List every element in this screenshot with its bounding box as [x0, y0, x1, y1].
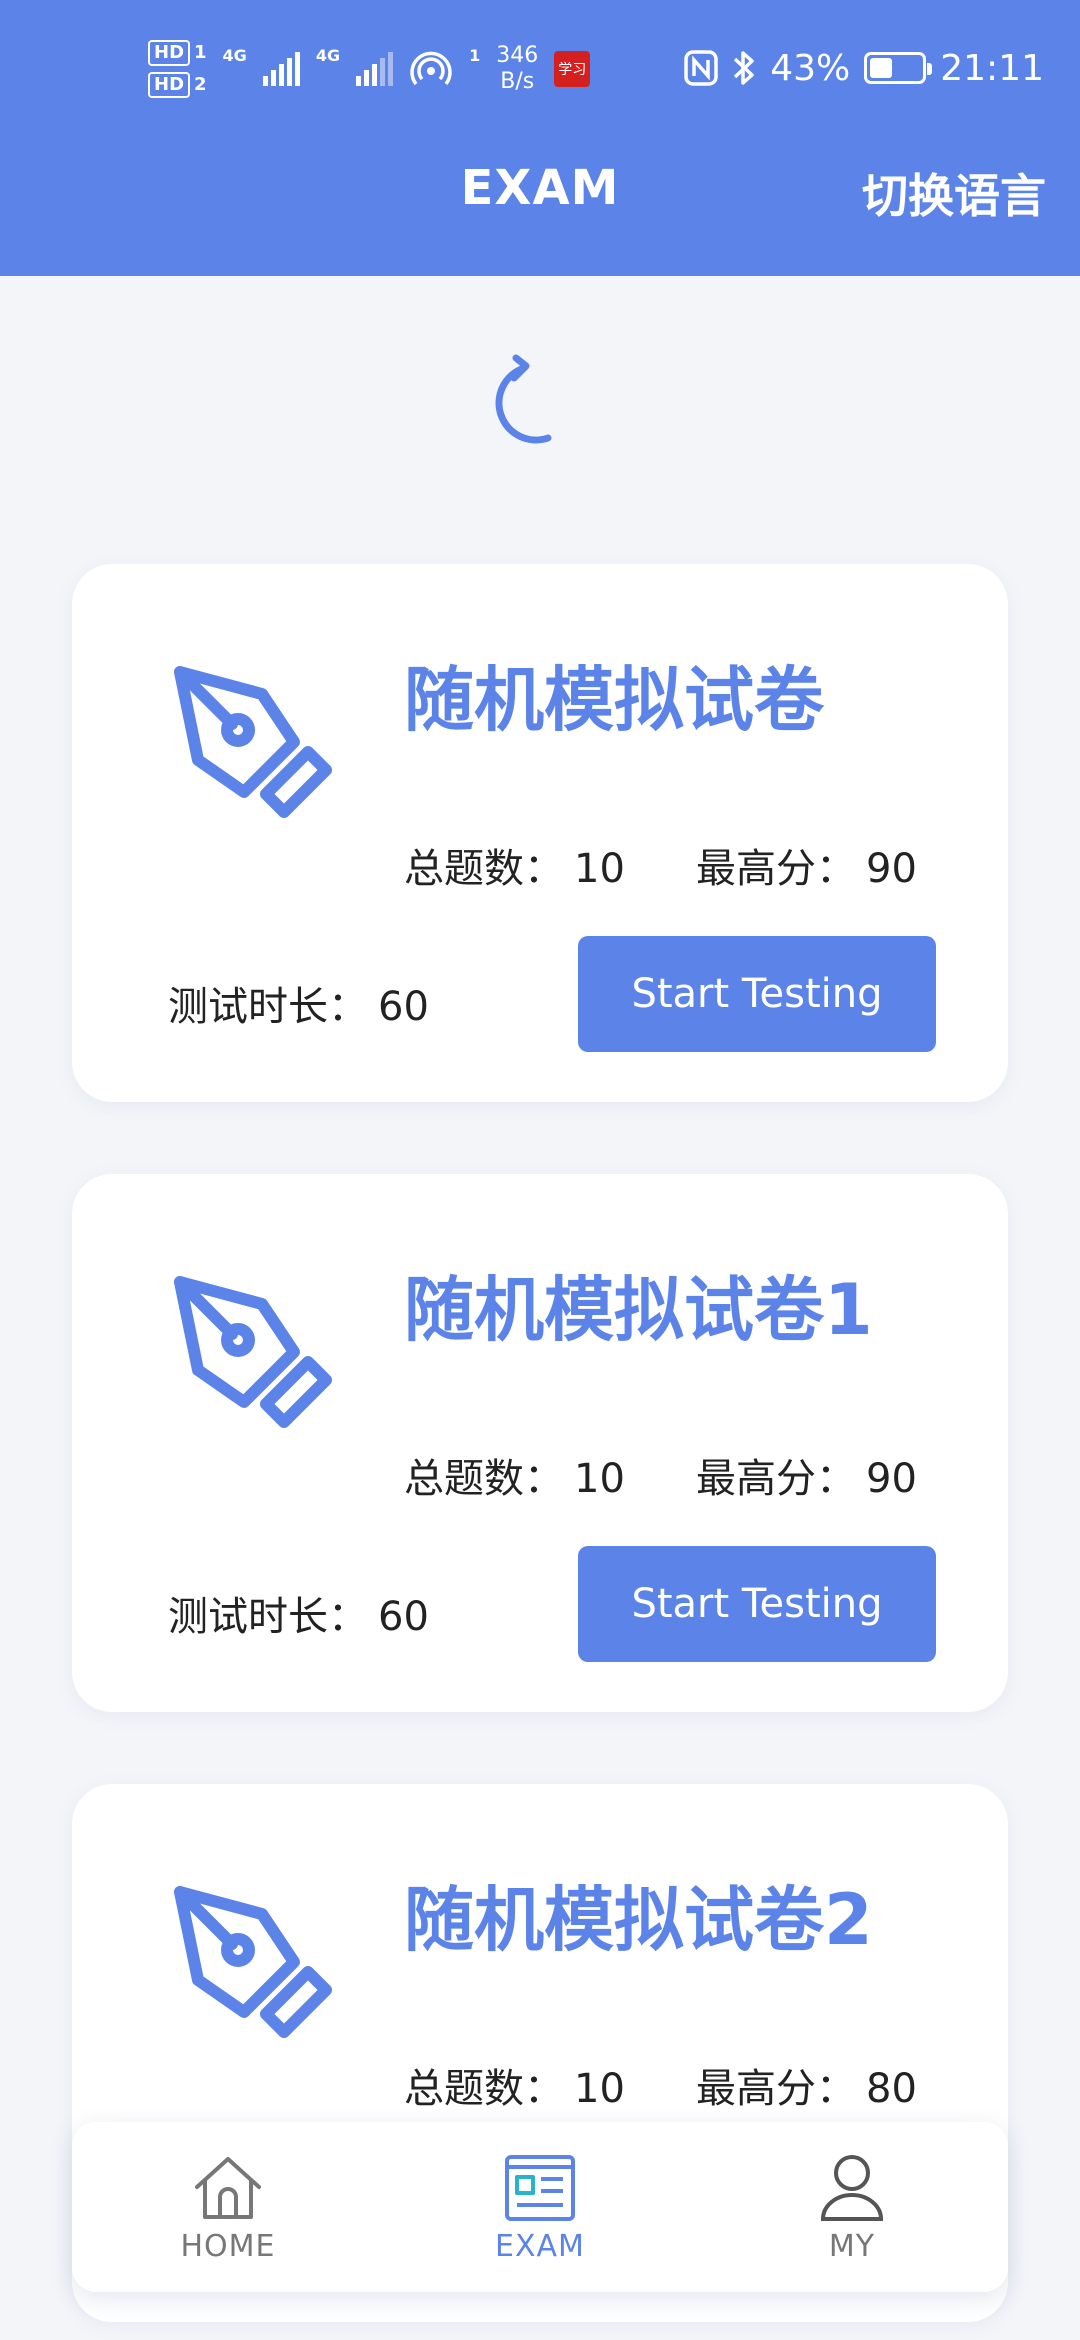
app-header: HD 1 HD 2 4G 4G 1 346 B/s 学习 43% 21:11 E… [0, 0, 1080, 276]
highest-score: 最高分： 80 [696, 2056, 917, 2114]
test-duration-value: 60 [378, 984, 429, 1030]
total-questions-value: 10 [574, 846, 625, 892]
exam-card: 随机模拟试卷1 总题数： 10 最高分： 90 测试时长： 60 Start Test… [72, 1174, 1008, 1712]
battery-percent: 43% [770, 47, 851, 89]
user-icon [820, 2154, 884, 2221]
total-questions: 总题数： 10 [404, 2056, 625, 2114]
total-questions-label: 总题数： [404, 2066, 564, 2112]
clock: 21:11 [940, 47, 1044, 89]
signal-icon-2 [356, 52, 394, 86]
network-type-1: 4G [222, 45, 247, 65]
exam-icon [505, 2154, 575, 2221]
test-duration-label: 测试时长： [168, 1594, 368, 1640]
nav-label-home: HOME [180, 2228, 276, 2264]
start-testing-button[interactable]: Start Testing [578, 936, 936, 1052]
test-duration-label: 测试时长： [168, 984, 368, 1030]
signal-icon-1 [262, 52, 300, 86]
total-questions: 总题数： 10 [404, 1446, 625, 1504]
sim-1-label: 1 [194, 42, 207, 63]
highest-score-label: 最高分： [696, 1456, 856, 1502]
hotspot-icon [410, 51, 452, 86]
start-testing-button[interactable]: Start Testing [578, 1546, 936, 1662]
sim-indicators: HD 1 HD 2 [148, 40, 207, 98]
battery-icon [864, 52, 933, 84]
test-duration: 测试时长： 60 [168, 1584, 429, 1642]
pen-nib-icon [174, 1276, 332, 1428]
nfc-icon [684, 50, 718, 86]
pen-nib-icon [174, 666, 332, 818]
status-bar: HD 1 HD 2 4G 4G 1 346 B/s 学习 43% 21:11 [0, 0, 1080, 140]
status-right: 43% 21:11 [684, 40, 1044, 96]
battery-level [870, 58, 892, 78]
highest-score-value: 90 [866, 1456, 917, 1502]
exam-title: 随机模拟试卷 [404, 659, 824, 741]
bottom-navigation: HOME EXAM MY [72, 2122, 1008, 2292]
nav-item-my[interactable]: MY [732, 2151, 972, 2264]
total-questions-value: 10 [574, 1456, 625, 1502]
app-notification-icon: 学习 [554, 51, 591, 87]
highest-score-label: 最高分： [696, 846, 856, 892]
total-questions: 总题数： 10 [404, 836, 625, 894]
nav-label-my: MY [828, 2228, 876, 2264]
speed-unit: B/s [500, 69, 535, 94]
nav-item-exam[interactable]: EXAM [420, 2151, 660, 2264]
nav-label-exam: EXAM [495, 2228, 585, 2264]
sim-2-label: 2 [194, 74, 207, 95]
refresh-icon[interactable] [494, 344, 558, 448]
total-questions-label: 总题数： [404, 846, 564, 892]
speed-value: 346 [496, 43, 539, 68]
highest-score-value: 80 [866, 2066, 917, 2112]
highest-score-value: 90 [866, 846, 917, 892]
hd-badge-2: HD [148, 72, 191, 98]
total-questions-value: 10 [574, 2066, 625, 2112]
exam-page: HD 1 HD 2 4G 4G 1 346 B/s 学习 43% 21:11 E… [0, 0, 1080, 2340]
highest-score: 最高分： 90 [696, 1446, 917, 1504]
exam-title: 随机模拟试卷2 [404, 1879, 873, 1961]
network-type-2: 4G [315, 45, 341, 65]
exam-card: 随机模拟试卷 总题数： 10 最高分： 90 测试时长： 60 Start Testi… [72, 564, 1008, 1102]
highest-score-label: 最高分： [696, 2066, 856, 2112]
test-duration-value: 60 [378, 1594, 429, 1640]
highest-score: 最高分： 90 [696, 836, 917, 894]
language-switch-button[interactable]: 切换语言 [862, 160, 1046, 226]
bluetooth-icon [734, 51, 754, 85]
status-left: HD 1 HD 2 4G 4G 1 346 B/s 学习 [148, 34, 591, 104]
test-duration: 测试时长： 60 [168, 974, 429, 1032]
network-speed: 346 B/s [496, 43, 538, 95]
home-icon [195, 2156, 261, 2219]
pen-nib-icon [174, 1886, 332, 2038]
hotspot-count: 1 [469, 45, 481, 65]
exam-title: 随机模拟试卷1 [404, 1269, 873, 1351]
total-questions-label: 总题数： [404, 1456, 564, 1502]
nav-item-home[interactable]: HOME [108, 2151, 348, 2264]
hd-badge-1: HD [148, 40, 191, 66]
